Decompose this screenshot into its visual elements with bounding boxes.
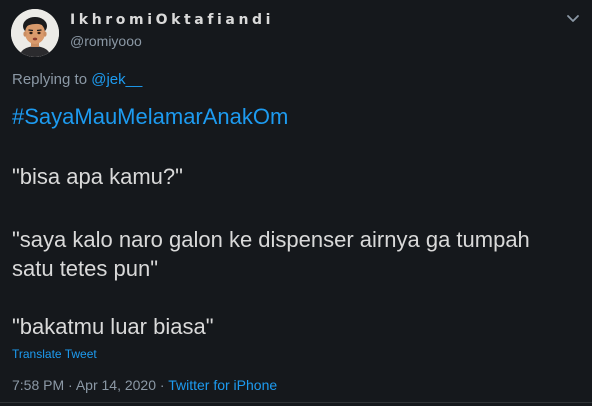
replying-to: Replying to @jek__ bbox=[12, 71, 142, 88]
chevron-down-icon[interactable] bbox=[564, 12, 582, 26]
tweet-date[interactable]: Apr 14, 2020 bbox=[76, 377, 156, 393]
author-handle[interactable]: @romiyooo bbox=[70, 33, 142, 49]
avatar[interactable] bbox=[11, 9, 59, 57]
meta-separator: · bbox=[68, 377, 73, 393]
tweet-text-line: satu tetes pun" bbox=[12, 256, 159, 281]
tweet-text-line: "saya kalo naro galon ke dispenser airny… bbox=[12, 227, 530, 252]
author-display-name[interactable]: IkhromiOktafiandi bbox=[70, 12, 274, 28]
tweet-metadata: 7:58 PM · Apr 14, 2020 · Twitter for iPh… bbox=[12, 377, 277, 393]
translate-tweet-link[interactable]: Translate Tweet bbox=[12, 347, 97, 361]
meta-separator: · bbox=[159, 377, 165, 393]
tweet: IkhromiOktafiandi @romiyooo Replying to … bbox=[0, 0, 592, 406]
tweet-source-link[interactable]: Twitter for iPhone bbox=[168, 377, 277, 393]
replying-to-label: Replying to bbox=[12, 71, 88, 88]
hashtag-link[interactable]: #SayaMauMelamarAnakOm bbox=[12, 102, 584, 132]
tweet-text-line: "bakatmu luar biasa" bbox=[12, 314, 214, 339]
divider bbox=[0, 402, 592, 403]
tweet-time[interactable]: 7:58 PM bbox=[12, 377, 64, 393]
reply-mention-link[interactable]: @jek__ bbox=[91, 71, 142, 88]
tweet-text-line: "bisa apa kamu?" bbox=[12, 164, 183, 189]
memoji-avatar bbox=[11, 9, 59, 57]
